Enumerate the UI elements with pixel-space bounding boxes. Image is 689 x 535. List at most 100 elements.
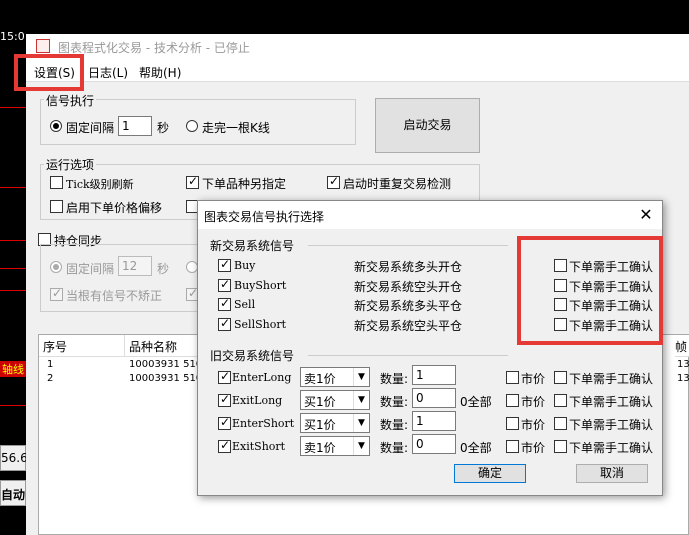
separator	[308, 245, 508, 246]
enterlong-label: EnterLong	[232, 371, 292, 384]
exitlong-price-select[interactable]: 买1价 ▼	[300, 390, 370, 410]
specify-product-checkbox[interactable]	[186, 174, 199, 189]
run-options-title: 运行选项	[44, 156, 97, 173]
exitlong-qty-label: 数量:	[380, 395, 409, 409]
chevron-down-icon: ▼	[353, 368, 369, 386]
buy-label: Buy	[234, 259, 256, 272]
dialog-title-bar: 图表交易信号执行选择 ✕	[198, 201, 662, 229]
seconds-label: 秒	[157, 121, 170, 135]
no-correct-label: 当根有信号不矫正	[66, 289, 163, 303]
menu-bar: 设置(S) 日志(L) 帮助(H)	[26, 60, 689, 82]
auto-box[interactable]: 自动	[0, 480, 26, 506]
exitshort-qty-input[interactable]: 0	[412, 434, 456, 454]
exitlong-manual-label: 下单需手工确认	[569, 395, 654, 409]
exitshort-market-checkbox[interactable]	[506, 440, 519, 453]
exitlong-all-label: 0全部	[460, 395, 492, 409]
axis-label: 轴线	[0, 361, 26, 377]
enterlong-market-label: 市价	[521, 372, 546, 386]
exitlong-market-label: 市价	[521, 395, 546, 409]
signal-select-dialog: 图表交易信号执行选择 ✕ 新交易系统信号 Buy 新交易系统多头开仓 下单需手工…	[197, 200, 663, 496]
col-header-index[interactable]: 序号	[39, 335, 125, 357]
entershort-qty-label: 数量:	[380, 418, 409, 432]
separator	[308, 355, 508, 356]
interval-input[interactable]: 1	[118, 116, 152, 136]
exitlong-market-checkbox[interactable]	[506, 394, 519, 407]
exitshort-market-label: 市价	[521, 441, 546, 455]
new-section-title: 新交易系统信号	[210, 239, 295, 253]
exitshort-price-select[interactable]: 卖1价 ▼	[300, 436, 370, 456]
exitshort-all-label: 0全部	[460, 441, 492, 455]
sync-fixed-interval-radio[interactable]	[50, 261, 62, 273]
tick-refresh-label: Tick级别刷新	[66, 178, 134, 191]
enterlong-qty-input[interactable]: 1	[412, 365, 456, 385]
entershort-market-checkbox[interactable]	[506, 417, 519, 430]
col-header-right[interactable]: 帧	[675, 335, 689, 357]
chevron-down-icon: ▼	[353, 414, 369, 432]
exitshort-checkbox[interactable]	[218, 438, 231, 453]
time-label: 15:0	[0, 30, 25, 43]
sellshort-desc: 新交易系统空头平仓	[354, 319, 463, 333]
enterlong-market-checkbox[interactable]	[506, 371, 519, 384]
entershort-price-select[interactable]: 买1价 ▼	[300, 413, 370, 433]
enterlong-manual-label: 下单需手工确认	[569, 372, 654, 386]
exitlong-label: ExitLong	[232, 394, 283, 407]
sell-label: Sell	[234, 298, 256, 311]
price-offset-label: 启用下单价格偏移	[66, 201, 163, 215]
entershort-manual-label: 下单需手工确认	[569, 418, 654, 432]
sell-checkbox[interactable]	[218, 296, 231, 311]
entershort-label: EnterShort	[232, 417, 295, 430]
old-section-title: 旧交易系统信号	[210, 349, 295, 363]
fixed-interval-label: 固定间隔	[66, 121, 115, 135]
buyshort-label: BuyShort	[234, 279, 287, 292]
exitlong-qty-input[interactable]: 0	[412, 388, 456, 408]
repeat-check-checkbox[interactable]	[327, 174, 340, 189]
menu-log[interactable]: 日志(L)	[88, 64, 128, 81]
price-box: 56.6	[0, 445, 28, 471]
exitshort-label: ExitShort	[232, 440, 286, 453]
window-title: 图表程式化交易 - 技术分析 - 已停止	[58, 41, 250, 55]
buyshort-desc: 新交易系统空头开仓	[354, 280, 463, 294]
entershort-manual-checkbox[interactable]	[554, 417, 567, 430]
menu-help[interactable]: 帮助(H)	[139, 64, 181, 81]
start-trade-button[interactable]: 启动交易	[375, 98, 480, 153]
app-icon	[36, 39, 50, 53]
sell-desc: 新交易系统多头平仓	[354, 299, 463, 313]
entershort-checkbox[interactable]	[218, 415, 231, 430]
specify-product-label: 下单品种另指定	[202, 177, 287, 191]
sync-interval-input[interactable]: 12	[118, 256, 152, 276]
sync-seconds-label: 秒	[157, 262, 170, 276]
finish-bar-label: 走完一根K线	[202, 121, 270, 135]
finish-bar-radio[interactable]	[186, 120, 198, 132]
dialog-title: 图表交易信号执行选择	[204, 210, 325, 224]
title-bar: 图表程式化交易 - 技术分析 - 已停止	[26, 34, 689, 60]
exitlong-manual-checkbox[interactable]	[554, 394, 567, 407]
chevron-down-icon: ▼	[353, 391, 369, 409]
sync-fixed-interval-label: 固定间隔	[66, 262, 115, 276]
exitshort-qty-label: 数量:	[380, 441, 409, 455]
enterlong-qty-label: 数量:	[380, 372, 409, 386]
exitshort-manual-checkbox[interactable]	[554, 440, 567, 453]
entershort-qty-input[interactable]: 1	[412, 411, 456, 431]
highlight-box-menu	[14, 54, 84, 91]
fixed-interval-radio[interactable]	[50, 120, 62, 132]
price-offset-checkbox[interactable]	[50, 200, 63, 213]
ok-button[interactable]: 确定	[454, 464, 526, 483]
entershort-market-label: 市价	[521, 418, 546, 432]
highlight-box-manual	[517, 236, 663, 345]
buy-checkbox[interactable]	[218, 257, 231, 272]
repeat-check-label: 启动时重复交易检测	[343, 177, 452, 191]
sellshort-checkbox[interactable]	[218, 316, 231, 331]
no-correct-checkbox[interactable]	[50, 286, 63, 301]
enterlong-price-select[interactable]: 卖1价 ▼	[300, 367, 370, 387]
enterlong-manual-checkbox[interactable]	[554, 371, 567, 384]
chevron-down-icon: ▼	[353, 437, 369, 455]
buyshort-checkbox[interactable]	[218, 277, 231, 292]
enterlong-checkbox[interactable]	[218, 369, 231, 384]
exitshort-manual-label: 下单需手工确认	[569, 441, 654, 455]
tick-refresh-checkbox[interactable]	[50, 176, 63, 189]
buy-desc: 新交易系统多头开仓	[354, 260, 463, 274]
cancel-button[interactable]: 取消	[576, 464, 648, 483]
signal-exec-title: 信号执行	[44, 92, 97, 109]
close-icon[interactable]: ✕	[635, 204, 657, 226]
exitlong-checkbox[interactable]	[218, 392, 231, 407]
